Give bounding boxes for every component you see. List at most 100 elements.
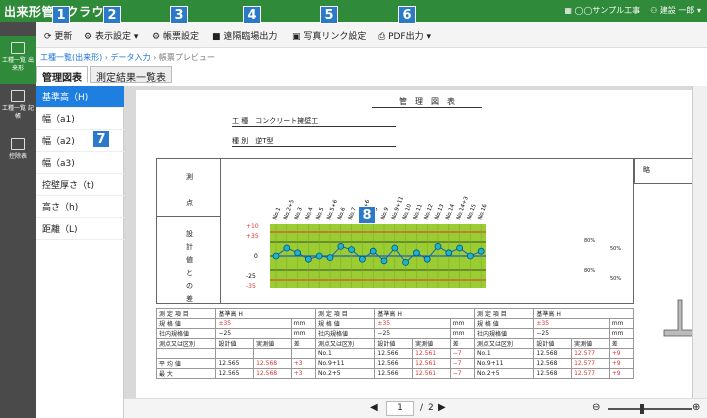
photo-icon: ▣ [292,32,301,42]
data-point [272,252,280,260]
point-label: No.14 [445,203,456,221]
callout-badge-7: 7 [92,130,110,148]
zoom-in-button[interactable]: ⊕ [692,402,700,413]
photo-link-button[interactable]: ▣ 写真リンク設定 [292,29,366,42]
management-chart: No.1No.2+5No.3No.4No.5No.5+6No.6No.7No.8… [246,195,489,290]
list-item-a3[interactable]: 幅（a3) [36,152,124,174]
point-label: No.5 [315,206,325,220]
point-labels: No.1No.2+5No.3No.4No.5No.5+6No.6No.7No.8… [272,195,489,220]
sheet-title: 管 理 図 表 [372,96,482,108]
next-page-button[interactable]: ▶ [438,402,446,413]
data-point [423,255,431,263]
top-right: ▦ ◯◯サンプル工事 ⚇ 建設 一郎 ▾ [564,5,701,16]
point-label: No.15 [467,203,478,221]
grid-icon [11,90,25,102]
form-settings-button[interactable]: ⚙ 帳票設定 [152,29,199,42]
preview-area[interactable]: 管 理 図 表 工 種 コンクリート擁壁工 種 別 逆T型 測 点 設計値との差… [124,86,707,398]
point-label: No.6 [337,206,347,220]
prev-page-button[interactable]: ◀ [370,402,378,413]
sidebar: 工種一覧 出来形 工種一覧 記帳 控除表 [0,22,36,418]
data-point [294,249,301,257]
list-icon [11,42,25,54]
list-item-kijundaka[interactable]: 基準高（H) [36,86,124,108]
report-sheet: 管 理 図 表 工 種 コンクリート擁壁工 種 別 逆T型 測 点 設計値との差… [136,90,707,398]
callout-badge-3: 3 [170,6,188,24]
org-selector[interactable]: ▦ ◯◯サンプル工事 [564,5,640,16]
measurement-table: 測 定 項 目基準高 H 測 定 項 目基準高 H 測 定 項 目基準高 H 規… [155,308,635,379]
tab-kanri-zuhyo[interactable]: 管理図表 [36,66,88,84]
pdf-icon: ⎙ [378,32,386,42]
gear-icon: ⚙ [84,32,93,42]
breadcrumb-koushu[interactable]: 工種一覧(出来形) [40,53,102,62]
list-item-a1[interactable]: 幅（a1) [36,108,124,130]
list-item-l[interactable]: 距離（L) [36,218,124,240]
page-number-input[interactable]: 1 [386,401,414,416]
point-label: No.10 [402,203,413,221]
point-label: No.11 [413,203,424,220]
data-point [358,255,366,263]
data-point [466,252,474,260]
callout-badge-6: 6 [398,6,416,24]
page-separator: / [420,403,424,413]
pct-label-1: 80% [584,238,596,244]
callout-badge-2: 2 [103,6,121,24]
list-item-t[interactable]: 控壁厚さ（t) [36,174,124,196]
pct-label-3: 80% [584,268,596,274]
user-menu[interactable]: ⚇ 建設 一郎 ▾ [650,5,701,16]
table-icon [11,138,25,150]
data-point [348,246,355,253]
point-label: No.4 [305,206,315,220]
pdf-output-button[interactable]: ⎙ PDF出力 ▾ [378,29,431,42]
sheet-koushu: 工 種 コンクリート擁壁工 [232,116,396,127]
zoom-slider-handle[interactable] [640,404,644,414]
pager-bar: ◀ 1 / 2 ▶ ⊖ ⊕ [124,398,707,418]
list-item-a2[interactable]: 幅（a2) [36,130,124,152]
point-label: No.12 [423,203,434,220]
data-point [305,255,312,263]
item-list: 基準高（H) 幅（a1) 幅（a2) 幅（a3) 控壁厚さ（t) 高さ（h) 距… [36,86,124,418]
remote-output-button[interactable]: ■ 遠隔臨場出力 [212,29,277,42]
data-point [412,249,420,257]
data-point [337,243,345,250]
refresh-button[interactable]: ⟳ 更新 [44,29,72,42]
breadcrumb: 工種一覧(出来形) › データ入力 › 帳票プレビュー [40,53,215,62]
data-point [456,244,464,252]
point-label: No.13 [434,203,445,221]
sidebar-item-dekigata[interactable]: 工種一覧 出来形 [0,36,36,84]
zoom-out-button[interactable]: ⊖ [592,402,600,413]
data-point [283,244,291,252]
sidebar-item-kojo[interactable]: 控除表 [0,132,36,180]
axis-label-m35: -35 [246,283,256,290]
axis-label-m25: -25 [246,273,256,280]
data-point [315,252,323,260]
vertical-scrollbar[interactable] [692,86,707,398]
callout-badge-8: 8 [358,206,376,224]
callout-badge-5: 5 [320,6,338,24]
point-label: No.3 [294,206,304,220]
data-point [402,259,410,266]
sokuten-label: 測 [186,173,193,181]
building-icon: ▦ [564,6,575,15]
zoom-slider[interactable] [608,408,692,410]
sokuten-label-2: 点 [186,199,193,207]
data-point [326,254,334,261]
data-point [477,247,485,255]
point-label: No.16 [477,203,488,221]
tab-sokutei-kekka[interactable]: 測定結果一覧表 [90,66,172,84]
sheet-shubetsu: 種 別 逆T型 [232,136,396,147]
refresh-icon: ⟳ [44,32,52,42]
point-label: No.7 [348,206,358,220]
axis-label-p10: +10 [246,223,259,230]
data-point [391,244,399,252]
data-point [380,257,388,265]
page-total: 2 [428,403,434,413]
display-settings-button[interactable]: ⚙ 表示設定 ▾ [84,29,138,42]
data-point [434,243,442,250]
breadcrumb-data-input[interactable]: データ入力 [111,53,151,62]
axis-label-p35: +35 [246,233,259,240]
sidebar-item-kicho[interactable]: 工種一覧 記帳 [0,84,36,132]
axis-label-zero: 0 [254,253,258,260]
gear-icon: ⚙ [152,32,161,42]
list-item-h[interactable]: 高さ（h) [36,196,124,218]
data-point [369,247,377,255]
